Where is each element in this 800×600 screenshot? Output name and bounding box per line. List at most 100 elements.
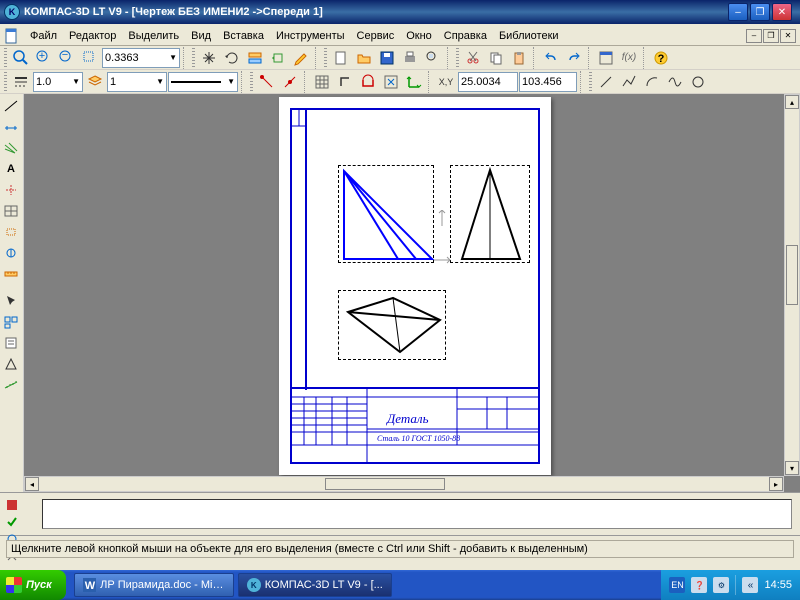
horizontal-scrollbar[interactable]: ◂ ▸	[24, 476, 784, 492]
undo-icon[interactable]	[540, 47, 562, 69]
snap-mid-icon[interactable]	[279, 71, 301, 93]
minimize-button[interactable]: –	[728, 3, 748, 21]
menu-libs[interactable]: Библиотеки	[493, 28, 565, 44]
grid-icon[interactable]	[311, 71, 333, 93]
tool-param-icon[interactable]	[0, 243, 22, 263]
scroll-right-button[interactable]: ▸	[769, 477, 783, 491]
linetype-combo[interactable]: ▼	[168, 72, 238, 92]
menu-select[interactable]: Выделить	[122, 28, 185, 44]
help-icon[interactable]: ?	[650, 47, 672, 69]
props-icon[interactable]	[595, 47, 617, 69]
tray-icon-2[interactable]: ⚙	[713, 577, 729, 593]
tool-select-icon[interactable]	[0, 291, 22, 311]
restore-button[interactable]: ❐	[750, 3, 770, 21]
tool-measure-icon[interactable]	[0, 264, 22, 284]
print-icon[interactable]	[399, 47, 421, 69]
ortho-icon[interactable]	[334, 71, 356, 93]
menu-help[interactable]: Справка	[438, 28, 493, 44]
mdi-restore-button[interactable]: ❐	[763, 29, 779, 43]
taskbar-item-word[interactable]: W ЛР Пирамида.doc - Micr...	[74, 573, 234, 597]
style-icon[interactable]	[10, 71, 32, 93]
toolbar-grip[interactable]	[192, 48, 195, 68]
local-cs-icon[interactable]	[403, 71, 425, 93]
taskbar-item-kompas[interactable]: K КОМПАС-3D LT V9 - [...	[238, 573, 392, 597]
menu-view[interactable]: Вид	[185, 28, 217, 44]
coord-y-input[interactable]: 103.456	[519, 72, 577, 92]
tool-axes-icon[interactable]	[0, 180, 22, 200]
scale-combo[interactable]: 1.0▼	[33, 72, 83, 92]
tool-line-icon[interactable]	[0, 96, 22, 116]
vscroll-thumb[interactable]	[786, 245, 798, 305]
scroll-up-button[interactable]: ▴	[785, 95, 799, 109]
prop-apply-icon[interactable]	[4, 514, 20, 530]
cut-icon[interactable]	[462, 47, 484, 69]
save-icon[interactable]	[376, 47, 398, 69]
circle-icon[interactable]	[687, 71, 709, 93]
spline-icon[interactable]	[664, 71, 686, 93]
arc-icon[interactable]	[641, 71, 663, 93]
lang-indicator[interactable]: EN	[669, 577, 685, 593]
property-input[interactable]	[42, 499, 792, 529]
line-icon[interactable]	[595, 71, 617, 93]
toolbar-grip[interactable]	[456, 48, 459, 68]
mdi-minimize-button[interactable]: –	[746, 29, 762, 43]
tool-surface-icon[interactable]	[0, 375, 22, 395]
menu-edit[interactable]: Редактор	[63, 28, 122, 44]
rotate-icon[interactable]	[221, 47, 243, 69]
vertical-scrollbar[interactable]: ▴ ▾	[784, 94, 800, 476]
tool-hatch-icon[interactable]	[0, 138, 22, 158]
new-icon[interactable]	[330, 47, 352, 69]
mdi-close-button[interactable]: ✕	[780, 29, 796, 43]
preview-icon[interactable]	[422, 47, 444, 69]
zoom-in-icon[interactable]: +	[33, 47, 55, 69]
tool-text-icon[interactable]: A	[0, 159, 22, 179]
toolbar-grip[interactable]	[250, 72, 253, 92]
menu-insert[interactable]: Вставка	[217, 28, 270, 44]
tool-table-icon[interactable]	[0, 201, 22, 221]
toolbar-grip[interactable]	[4, 72, 7, 92]
redraw-icon[interactable]	[267, 47, 289, 69]
tool-projection-icon[interactable]	[0, 354, 22, 374]
menu-tools[interactable]: Инструменты	[270, 28, 351, 44]
tool-spec-icon[interactable]	[0, 333, 22, 353]
toolbar-grip[interactable]	[324, 48, 327, 68]
snap-icon[interactable]	[357, 71, 379, 93]
polyline-icon[interactable]	[618, 71, 640, 93]
menu-file[interactable]: Файл	[24, 28, 63, 44]
toolbar-grip[interactable]	[589, 72, 592, 92]
tray-expand-icon[interactable]: «	[742, 577, 758, 593]
menu-window[interactable]: Окно	[400, 28, 438, 44]
tray-icon-1[interactable]: ❓	[691, 577, 707, 593]
hscroll-thumb[interactable]	[325, 478, 445, 490]
zoom-out-icon[interactable]: −	[56, 47, 78, 69]
pan-icon[interactable]	[198, 47, 220, 69]
menu-service[interactable]: Сервис	[351, 28, 401, 44]
open-icon[interactable]	[353, 47, 375, 69]
clock[interactable]: 14:55	[764, 579, 792, 591]
xy-icon[interactable]: X,Y	[435, 71, 457, 93]
edit-icon[interactable]	[290, 47, 312, 69]
tool-edit-icon[interactable]	[0, 222, 22, 242]
close-button[interactable]: ✕	[772, 3, 792, 21]
scroll-down-button[interactable]: ▾	[785, 461, 799, 475]
snap-end-icon[interactable]	[256, 71, 278, 93]
layer-icon[interactable]	[84, 71, 106, 93]
zoom-window-icon[interactable]	[79, 47, 101, 69]
fx-icon[interactable]: f(x)	[618, 47, 640, 69]
redo-icon[interactable]	[563, 47, 585, 69]
toolbar-grip[interactable]	[4, 48, 7, 68]
tool-views-icon[interactable]	[0, 312, 22, 332]
coord-x-input[interactable]: 25.0034	[458, 72, 518, 92]
paste-icon[interactable]	[508, 47, 530, 69]
layer-combo[interactable]: 1▼	[107, 72, 167, 92]
param-icon[interactable]	[380, 71, 402, 93]
prop-stop-icon[interactable]	[4, 497, 20, 513]
start-button[interactable]: Пуск	[0, 570, 66, 600]
zoom-fit-icon[interactable]	[10, 47, 32, 69]
scroll-left-button[interactable]: ◂	[25, 477, 39, 491]
drawing-canvas[interactable]: Деталь Сталь 10 ГОСТ 1050-88	[24, 94, 784, 476]
zoom-combo[interactable]: 0.3363▼	[102, 48, 180, 68]
copy-icon[interactable]	[485, 47, 507, 69]
tool-dim-icon[interactable]	[0, 117, 22, 137]
layers-icon[interactable]	[244, 47, 266, 69]
